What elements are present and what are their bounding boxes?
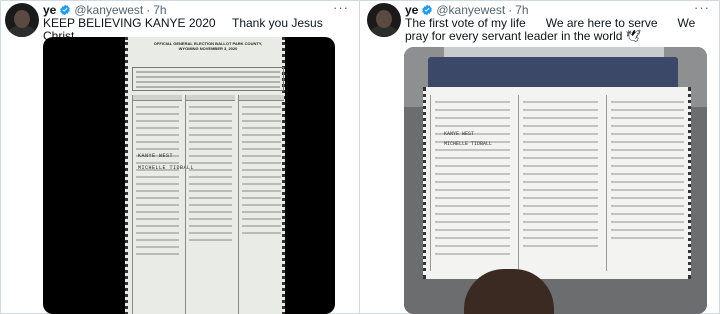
user-name[interactable]: ye — [43, 3, 56, 17]
ballot-instructions — [132, 67, 284, 91]
tweet-left[interactable]: ye @kanyewest · 7h ··· KEEP BELIEVING KA… — [0, 0, 359, 314]
tweet-right[interactable]: ye @kanyewest · 7h ··· The first vote of… — [362, 0, 720, 314]
ballot-title: OFFICIAL GENERAL ELECTION BALLOT PARK CO… — [153, 41, 263, 51]
write-in-president: KANYE WEST — [444, 131, 475, 137]
tweet-divider — [359, 0, 360, 314]
write-in-president: KANYE WEST — [138, 153, 174, 159]
photo-scene: KANYE WEST MICHELLE TIDBALL — [404, 47, 707, 314]
more-options-icon[interactable]: ··· — [333, 0, 349, 15]
tweet-media-ballot-photo[interactable]: KANYE WEST MICHELLE TIDBALL — [404, 47, 707, 314]
ballot-column-judicial — [606, 95, 688, 271]
write-in-vice-president: MICHELLE TIDBALL — [444, 141, 493, 147]
ballot-paper: OFFICIAL GENERAL ELECTION BALLOT PARK CO… — [125, 37, 285, 314]
verified-badge-icon — [60, 4, 71, 16]
tweet-header: ye @kanyewest · 7h — [43, 3, 167, 17]
separator-dot: · — [508, 3, 513, 17]
verified-badge-icon — [422, 4, 433, 16]
ballot-column-federal — [430, 95, 514, 271]
more-options-icon[interactable]: ··· — [694, 0, 710, 15]
tweet-header: ye @kanyewest · 7h — [405, 3, 529, 17]
ballot-column-federal — [132, 95, 182, 314]
user-handle[interactable]: @kanyewest — [74, 3, 143, 17]
timestamp[interactable]: 7h — [153, 3, 166, 17]
ballot-column-judicial — [238, 95, 284, 314]
user-name[interactable]: ye — [405, 3, 418, 17]
avatar[interactable] — [5, 3, 39, 37]
ballot-column-state — [185, 95, 235, 314]
ballot-column-state — [518, 95, 602, 271]
tweet-text: The first vote of my life We are here to… — [405, 16, 699, 43]
tweet-media-ballot-photo[interactable]: OFFICIAL GENERAL ELECTION BALLOT PARK CO… — [43, 37, 335, 314]
separator-dot: · — [146, 3, 151, 17]
ballot-paper: KANYE WEST MICHELLE TIDBALL — [423, 87, 691, 279]
timestamp[interactable]: 7h — [515, 3, 528, 17]
avatar[interactable] — [367, 3, 401, 37]
user-handle[interactable]: @kanyewest — [436, 3, 505, 17]
